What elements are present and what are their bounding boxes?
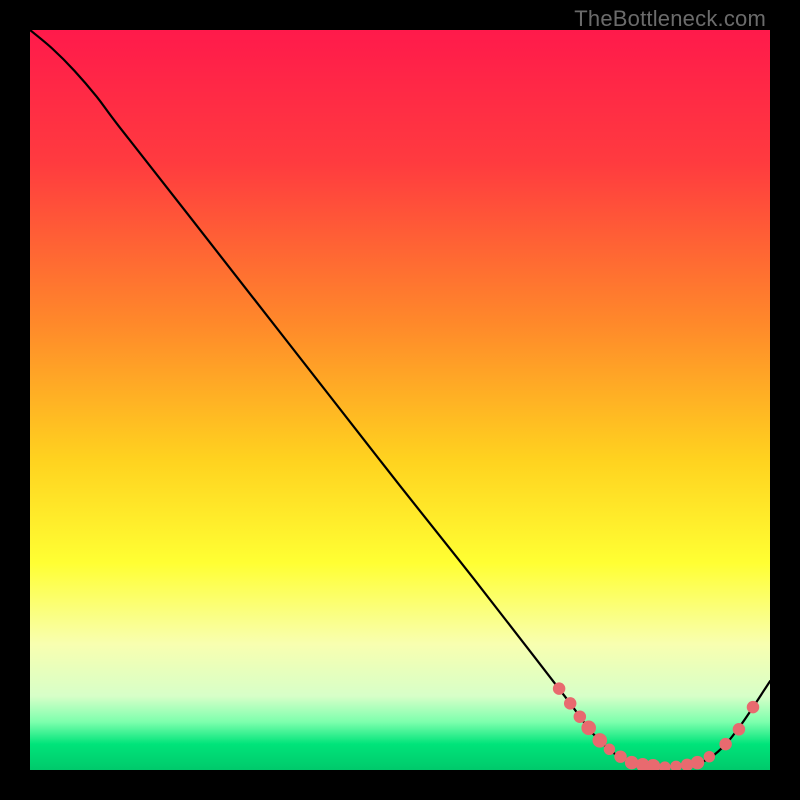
watermark-text: TheBottleneck.com [574,6,766,32]
data-marker [593,733,608,748]
data-marker [614,750,626,762]
data-marker [733,723,745,735]
data-marker [581,721,596,736]
data-marker [747,701,759,713]
chart-svg [30,30,770,770]
chart-plot-area [30,30,770,770]
data-marker [564,697,576,709]
data-marker [574,710,586,722]
data-marker [719,738,731,750]
data-marker [553,682,565,694]
data-marker [604,744,615,755]
gradient-background [30,30,770,770]
data-marker [704,751,715,762]
data-marker [691,756,705,770]
